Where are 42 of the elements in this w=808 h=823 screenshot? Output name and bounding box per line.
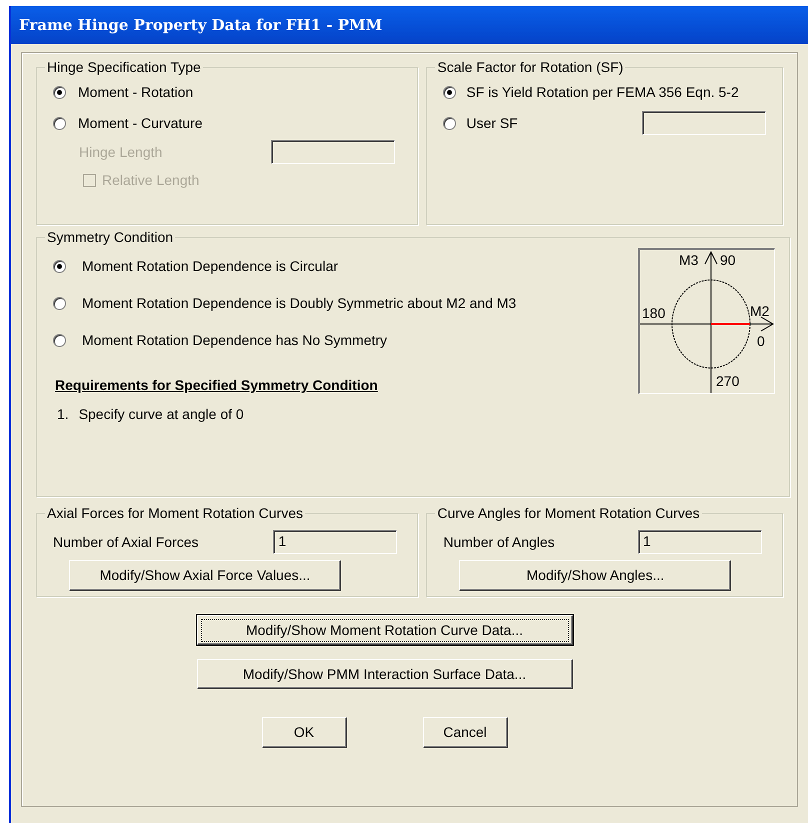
- input-field[interactable]: [642, 111, 766, 135]
- radio-option[interactable]: User SF: [443, 112, 518, 134]
- dialog-button[interactable]: Modify/Show Moment Rotation Curve Data...: [196, 615, 572, 645]
- field-label: Number of Axial Forces: [53, 532, 198, 552]
- radio-option[interactable]: Moment Rotation Dependence has No Symmetry: [53, 330, 516, 351]
- requirements-heading: Requirements for Specified Symmetry Condition: [54, 376, 379, 395]
- dialog-button[interactable]: Modify/Show Axial Force Values...: [69, 560, 341, 591]
- radio-button[interactable]: [53, 334, 66, 347]
- axis-label: M3: [679, 252, 698, 268]
- group-title: Symmetry Condition: [46, 228, 174, 247]
- radio-option[interactable]: Moment Rotation Dependence is Doubly Symmetric about M2 and M3: [53, 293, 516, 314]
- dialog-button[interactable]: Cancel: [422, 717, 508, 748]
- field-label: Hinge Length: [79, 142, 162, 162]
- dialog-button[interactable]: Modify/Show Angles...: [459, 560, 732, 591]
- radio-option[interactable]: Moment - Curvature: [53, 113, 406, 134]
- group-title: Scale Factor for Rotation (SF): [436, 58, 624, 77]
- dialog-button[interactable]: Modify/Show PMM Interaction Surface Data...: [196, 659, 572, 689]
- input-field[interactable]: 1: [638, 530, 762, 554]
- radio-option[interactable]: Moment Rotation Dependence is Circular: [53, 256, 516, 277]
- angle-label: 90: [720, 252, 736, 268]
- input-field[interactable]: [271, 140, 396, 164]
- radio-option[interactable]: SF is Yield Rotation per FEMA 356 Eqn. 5-2: [443, 82, 739, 103]
- axis-label: M2: [750, 303, 770, 319]
- radio-button[interactable]: [443, 116, 456, 130]
- dialog-button[interactable]: OK: [262, 717, 346, 748]
- radio-option[interactable]: Moment - Rotation: [53, 82, 406, 103]
- group-title: Hinge Specification Type: [46, 58, 202, 77]
- radio-button[interactable]: [53, 86, 66, 99]
- list-number: 1.: [57, 405, 69, 424]
- field-label: Number of Angles: [443, 532, 555, 552]
- group-title: Curve Angles for Moment Rotation Curves: [436, 504, 701, 523]
- radio-button[interactable]: [53, 297, 66, 310]
- angle-label: 0: [757, 333, 765, 349]
- radio-button[interactable]: [53, 260, 66, 273]
- input-field[interactable]: 1: [273, 530, 398, 554]
- group-title: Axial Forces for Moment Rotation Curves: [46, 504, 304, 523]
- angle-label: 270: [716, 373, 740, 389]
- radio-button[interactable]: [53, 117, 66, 130]
- radio-button[interactable]: [443, 86, 456, 99]
- requirement-text: Specify curve at angle of 0: [78, 405, 244, 424]
- angle-label: 180: [642, 305, 666, 321]
- window-title: Frame Hinge Property Data for FH1 - PMM: [11, 6, 808, 44]
